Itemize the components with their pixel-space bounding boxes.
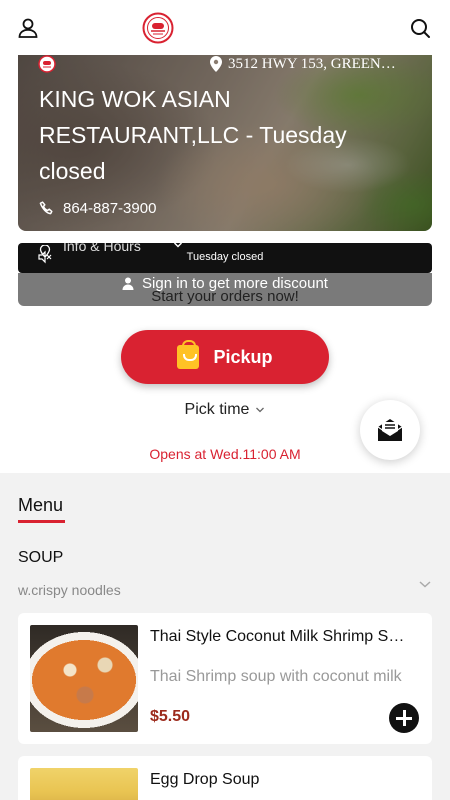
shopping-bag-icon	[177, 340, 200, 369]
hero-banner: 3512 HWY 153, GREEN… KING WOK ASIAN REST…	[18, 55, 432, 231]
menu-item-image	[30, 625, 138, 732]
phone-link[interactable]: 864-887-3900	[39, 200, 156, 217]
closed-status: Tuesday closed	[186, 251, 264, 263]
message-button[interactable]	[360, 400, 420, 460]
menu-item-card[interactable]: Thai Style Coconut Milk Shrimp Soup Thai…	[18, 613, 432, 744]
phone-icon	[39, 200, 53, 214]
mail-icon	[377, 419, 403, 441]
signin-subtitle: Start your orders now!	[151, 288, 299, 305]
menu-item-name: Egg Drop Soup	[150, 771, 260, 788]
search-icon[interactable]	[408, 16, 432, 40]
tab-active-indicator	[18, 520, 65, 523]
menu-item-description: Thai Shrimp soup with coconut milk	[150, 668, 402, 685]
menu-item-image	[30, 768, 138, 800]
top-bar	[0, 0, 450, 55]
signin-banner[interactable]: Sign in to get more discount Start your …	[18, 273, 432, 306]
chevron-down-icon[interactable]	[418, 579, 432, 589]
add-item-button[interactable]	[389, 703, 419, 733]
pickup-button[interactable]: Pickup	[121, 330, 329, 384]
menu-section: Menu SOUP w.crispy noodles Thai Style Co…	[0, 473, 450, 800]
address-text: 3512 HWY 153, GREEN…	[228, 55, 396, 72]
info-hours-bar[interactable]: Info & Hours Tuesday closed	[18, 238, 432, 273]
menu-item-card[interactable]: Egg Drop Soup	[18, 756, 432, 800]
restaurant-title: KING WOK ASIAN RESTAURANT,LLC - Tuesday …	[39, 86, 347, 184]
chevron-down-icon	[256, 407, 265, 413]
category-title: SOUP	[18, 549, 64, 566]
restaurant-mini-logo-icon	[38, 55, 56, 73]
restaurant-logo[interactable]	[142, 12, 174, 44]
phone-number: 864-887-3900	[63, 200, 157, 217]
menu-item-name: Thai Style Coconut Milk Shrimp Soup	[150, 628, 410, 645]
chevron-down-icon	[173, 242, 183, 248]
pickup-label: Pickup	[213, 346, 273, 367]
menu-item-price: $5.50	[150, 708, 191, 725]
pick-time-label: Pick time	[184, 401, 250, 418]
tab-menu[interactable]: Menu	[18, 495, 63, 516]
location-pin-icon	[210, 56, 222, 72]
category-description: w.crispy noodles	[18, 582, 121, 598]
user-icon[interactable]	[16, 16, 40, 40]
address-link[interactable]: 3512 HWY 153, GREEN…	[210, 55, 396, 73]
